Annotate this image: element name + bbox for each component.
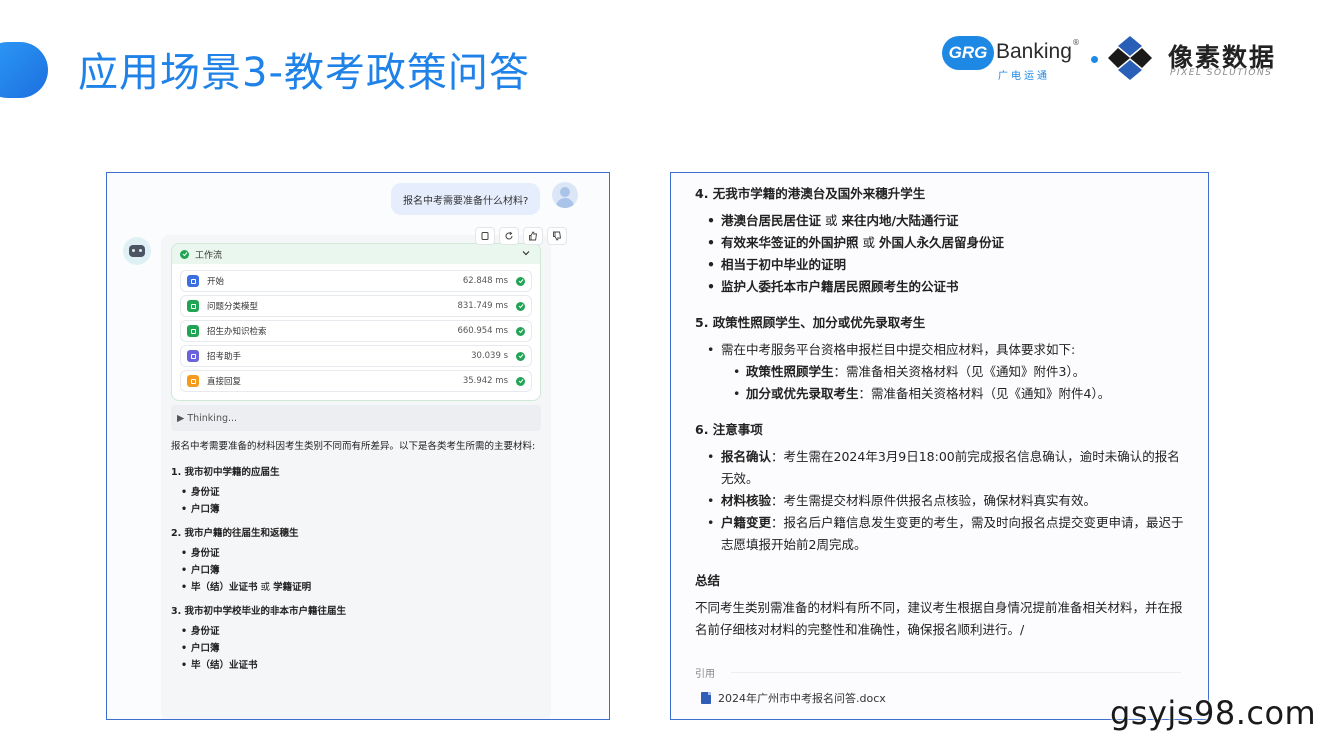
- summary-text: 不同考生类别需准备的材料有所不同，建议考生根据自身情况提前准备相关材料，并在报名…: [695, 600, 1183, 637]
- check-icon: [516, 301, 525, 311]
- sub-list-item: 政策性照顾学生：需准备相关资格材料（见《通知》附件3）。: [695, 361, 1185, 383]
- chat-screenshot-panel: 报名中考需要准备什么材料? 工作流 开始 62.848 ms 问题分类模型 83…: [106, 172, 610, 720]
- list-item: 毕（结）业证书: [181, 658, 541, 674]
- classifier-icon: [187, 300, 199, 312]
- watermark: gsyjs98.com: [1110, 694, 1317, 732]
- workflow-step[interactable]: 招考助手 30.039 s: [180, 345, 532, 367]
- section-heading: 5. 政策性照顾学生、加分或优先录取考生: [695, 315, 926, 330]
- list-item: 港澳台居民居住证 或 来往内地/大陆通行证: [695, 210, 1185, 232]
- section-heading: 4. 无我市学籍的港澳台及国外来穗升学生: [695, 186, 926, 201]
- thinking-toggle[interactable]: ▶ Thinking...: [171, 405, 541, 431]
- reference-label: 引用: [695, 669, 715, 680]
- step-time: 35.942 ms: [462, 376, 508, 386]
- section-heading: 3. 我市初中学校毕业的非本市户籍往届生: [171, 606, 347, 617]
- list-item: 身份证: [181, 485, 541, 501]
- sub-list-item: 加分或优先录取考生：需准备相关资格材料（见《通知》附件4）。: [695, 383, 1185, 405]
- pixel-logo-english: PIXEL SOLUTIONS: [1170, 68, 1273, 78]
- check-icon: [180, 249, 189, 259]
- user-avatar: [552, 182, 578, 208]
- step-name: 招生办知识检索: [207, 327, 267, 337]
- section-heading: 6. 注意事项: [695, 422, 763, 437]
- slide-title: 应用场景3-教考政策问答: [78, 50, 530, 96]
- reference-document-link[interactable]: 2024年广州市中考报名问答.docx: [701, 687, 886, 709]
- grg-logo-badge: GRG: [942, 36, 994, 70]
- assistant-icon: [187, 350, 199, 362]
- copy-icon[interactable]: [475, 227, 495, 245]
- list-item: 户口簿: [181, 641, 541, 657]
- section-heading: 2. 我市户籍的往届生和返穗生: [171, 528, 299, 539]
- chevron-down-icon[interactable]: [522, 249, 530, 257]
- step-name: 直接回复: [207, 377, 242, 387]
- step-name: 招考助手: [207, 352, 242, 362]
- answer-text: 报名中考需要准备的材料因考生类别不同而有所差异。以下是各类考生所需的主要材料: …: [171, 439, 541, 675]
- answer-intro: 报名中考需要准备的材料因考生类别不同而有所差异。以下是各类考生所需的主要材料:: [171, 441, 536, 452]
- reference-divider: [731, 672, 1181, 673]
- list-item: 相当于初中毕业的证明: [695, 254, 1185, 276]
- workflow-label: 工作流: [195, 250, 223, 261]
- message-actions: [475, 227, 567, 245]
- list-item: 材料核验：考生需提交材料原件供报名点核验，确保材料真实有效。: [695, 490, 1185, 512]
- list-item: 身份证: [181, 624, 541, 640]
- workflow-step[interactable]: 直接回复 35.942 ms: [180, 370, 532, 392]
- grg-logo-word: Banking: [996, 40, 1072, 63]
- step-time: 62.848 ms: [462, 276, 508, 286]
- pixel-solutions-logo-icon: [1108, 36, 1152, 80]
- list-item: 户口簿: [181, 502, 541, 518]
- step-time: 30.039 s: [471, 351, 508, 361]
- title-accent-shape: [0, 42, 48, 98]
- workflow-step[interactable]: 开始 62.848 ms: [180, 270, 532, 292]
- workflow-panel: 工作流 开始 62.848 ms 问题分类模型 831.749 ms 招生办知识…: [171, 243, 541, 401]
- list-item: 需在中考服务平台资格申报栏目中提交相应材料，具体要求如下:: [695, 339, 1185, 361]
- section-heading: 1. 我市初中学籍的应届生: [171, 467, 280, 478]
- user-message-bubble: 报名中考需要准备什么材料?: [391, 183, 541, 215]
- workflow-header[interactable]: 工作流: [172, 244, 540, 264]
- step-time: 831.749 ms: [457, 301, 508, 311]
- list-item: 报名确认：考生需在2024年3月9日18:00前完成报名信息确认，逾时未确认的报…: [695, 446, 1185, 490]
- list-item: 户籍变更：报名后户籍信息发生变更的考生，需及时向报名点提交变更申请，最迟于志愿填…: [695, 512, 1185, 556]
- docx-file-icon: [701, 692, 711, 704]
- step-name: 开始: [207, 277, 225, 287]
- summary-heading: 总结: [695, 573, 721, 588]
- check-icon: [516, 326, 525, 336]
- list-item: 身份证: [181, 546, 541, 562]
- list-item: 有效来华签证的外国护照 或 外国人永久居留身份证: [695, 232, 1185, 254]
- workflow-step[interactable]: 招生办知识检索 660.954 ms: [180, 320, 532, 342]
- grg-logo-chinese: 广电运通: [998, 71, 1050, 82]
- reference-document-name: 2024年广州市中考报名问答.docx: [718, 692, 886, 705]
- refresh-icon[interactable]: [499, 227, 519, 245]
- step-time: 660.954 ms: [457, 326, 508, 336]
- book-icon: [187, 325, 199, 337]
- workflow-step[interactable]: 问题分类模型 831.749 ms: [180, 295, 532, 317]
- list-item: 监护人委托本市户籍居民照顾考生的公证书: [695, 276, 1185, 298]
- list-item: 毕（结）业证书 或 学籍证明: [181, 580, 541, 596]
- list-item: 户口簿: [181, 563, 541, 579]
- check-icon: [516, 351, 525, 361]
- answer-continued-panel: 4. 无我市学籍的港澳台及国外来穗升学生 港澳台居民居住证 或 来往内地/大陆通…: [670, 172, 1209, 720]
- step-name: 问题分类模型: [207, 302, 259, 312]
- logo-separator-dot: [1091, 56, 1098, 63]
- check-icon: [516, 376, 525, 386]
- reply-icon: [187, 375, 199, 387]
- bot-response-card: 工作流 开始 62.848 ms 问题分类模型 831.749 ms 招生办知识…: [161, 235, 551, 719]
- check-icon: [516, 276, 525, 286]
- answer-text-continued: 4. 无我市学籍的港澳台及国外来穗升学生 港澳台居民居住证 或 来往内地/大陆通…: [695, 183, 1185, 641]
- thumbs-up-icon[interactable]: [523, 227, 543, 245]
- home-icon: [187, 275, 199, 287]
- bot-avatar: [123, 237, 151, 265]
- partner-logos: GRG Banking ® 广电运通 像素数据 PIXEL SOLUTIONS: [940, 30, 1310, 90]
- registered-mark: ®: [1072, 38, 1080, 47]
- thumbs-down-icon[interactable]: [547, 227, 567, 245]
